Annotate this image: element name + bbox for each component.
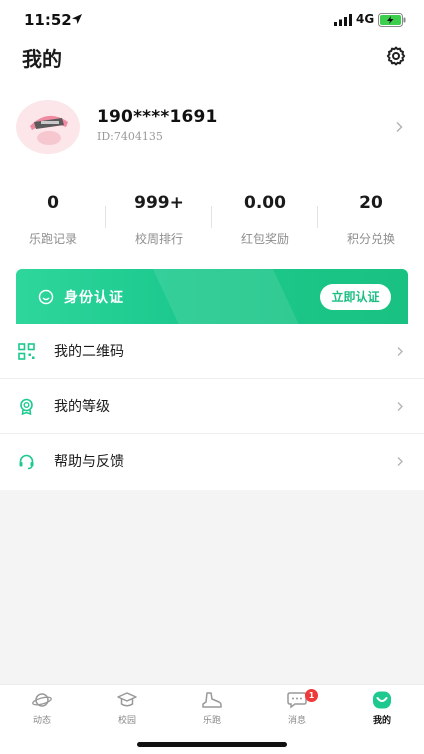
headset-icon (19, 454, 34, 470)
stat-points-exchange[interactable]: 20 积分兑换 (318, 190, 424, 250)
settings-gear-icon[interactable] (384, 44, 408, 68)
menu-label: 我的等级 (54, 399, 110, 415)
stats-row: 0 乐跑记录 999+ 校周排行 0.00 红包奖励 20 积分兑换 (0, 190, 424, 250)
stat-value: 20 (359, 193, 383, 213)
avatar-image (18, 102, 78, 152)
stat-label: 乐跑记录 (28, 232, 77, 246)
tab-campus[interactable]: 校园 (85, 685, 169, 733)
stat-red-packet[interactable]: 0.00 红包奖励 (212, 190, 318, 250)
signal-icon (334, 14, 352, 26)
identity-auth-banner[interactable]: 身份认证 立即认证 (16, 269, 408, 325)
status-bar: 11:52 4G (0, 0, 424, 40)
chevron-right-icon (397, 402, 403, 411)
menu-list: 我的二维码 我的等级 帮助与反馈 (0, 324, 424, 490)
location-arrow-icon (72, 14, 82, 24)
avatar[interactable] (16, 100, 80, 154)
tab-messages[interactable]: 1 消息 (255, 685, 339, 733)
stat-campus-ranking[interactable]: 999+ 校周排行 (106, 190, 212, 250)
tab-run[interactable]: 乐跑 (170, 685, 254, 733)
stat-value: 0.00 (244, 193, 286, 213)
smile-circle-icon (38, 289, 54, 305)
network-type: 4G (356, 12, 375, 26)
menu-item-qr-code[interactable]: 我的二维码 (0, 324, 424, 379)
tab-me[interactable]: 我的 (340, 685, 424, 733)
chat-bubble-icon (287, 692, 307, 709)
stat-label: 积分兑换 (346, 232, 395, 246)
user-id: ID:7404135 (97, 130, 163, 143)
tab-label: 消息 (287, 716, 306, 726)
status-time: 11:52 (24, 11, 72, 29)
planet-icon (32, 693, 52, 707)
banner-decoration (152, 269, 300, 325)
stat-label: 红包奖励 (240, 232, 289, 246)
verify-now-button[interactable]: 立即认证 (320, 284, 391, 310)
smile-face-icon (373, 691, 391, 709)
tab-feed[interactable]: 动态 (0, 685, 84, 733)
identity-auth-label: 身份认证 (64, 290, 124, 306)
tab-label: 我的 (372, 716, 391, 726)
menu-item-help-feedback[interactable]: 帮助与反馈 (0, 434, 424, 489)
shoe-icon (202, 692, 222, 708)
home-indicator (137, 742, 287, 747)
page-title: 我的 (22, 47, 62, 71)
menu-label: 我的二维码 (54, 344, 124, 360)
stat-value: 0 (47, 193, 59, 213)
unread-badge: 1 (305, 689, 318, 702)
chevron-right-icon (396, 121, 403, 133)
chevron-right-icon (397, 457, 403, 466)
qr-code-icon (18, 343, 35, 360)
battery-charging-icon (378, 13, 406, 27)
tab-label: 动态 (32, 716, 51, 726)
graduation-cap-icon (117, 692, 137, 707)
menu-item-level[interactable]: 我的等级 (0, 379, 424, 434)
chevron-right-icon (397, 347, 403, 356)
stat-label: 校周排行 (134, 232, 183, 246)
stat-run-records[interactable]: 0 乐跑记录 (0, 190, 106, 250)
tab-label: 乐跑 (202, 716, 221, 726)
username: 190****1691 (97, 107, 218, 127)
menu-label: 帮助与反馈 (54, 454, 124, 470)
stat-value: 999+ (134, 193, 184, 213)
tab-label: 校园 (117, 716, 136, 726)
level-badge-icon (20, 398, 33, 415)
